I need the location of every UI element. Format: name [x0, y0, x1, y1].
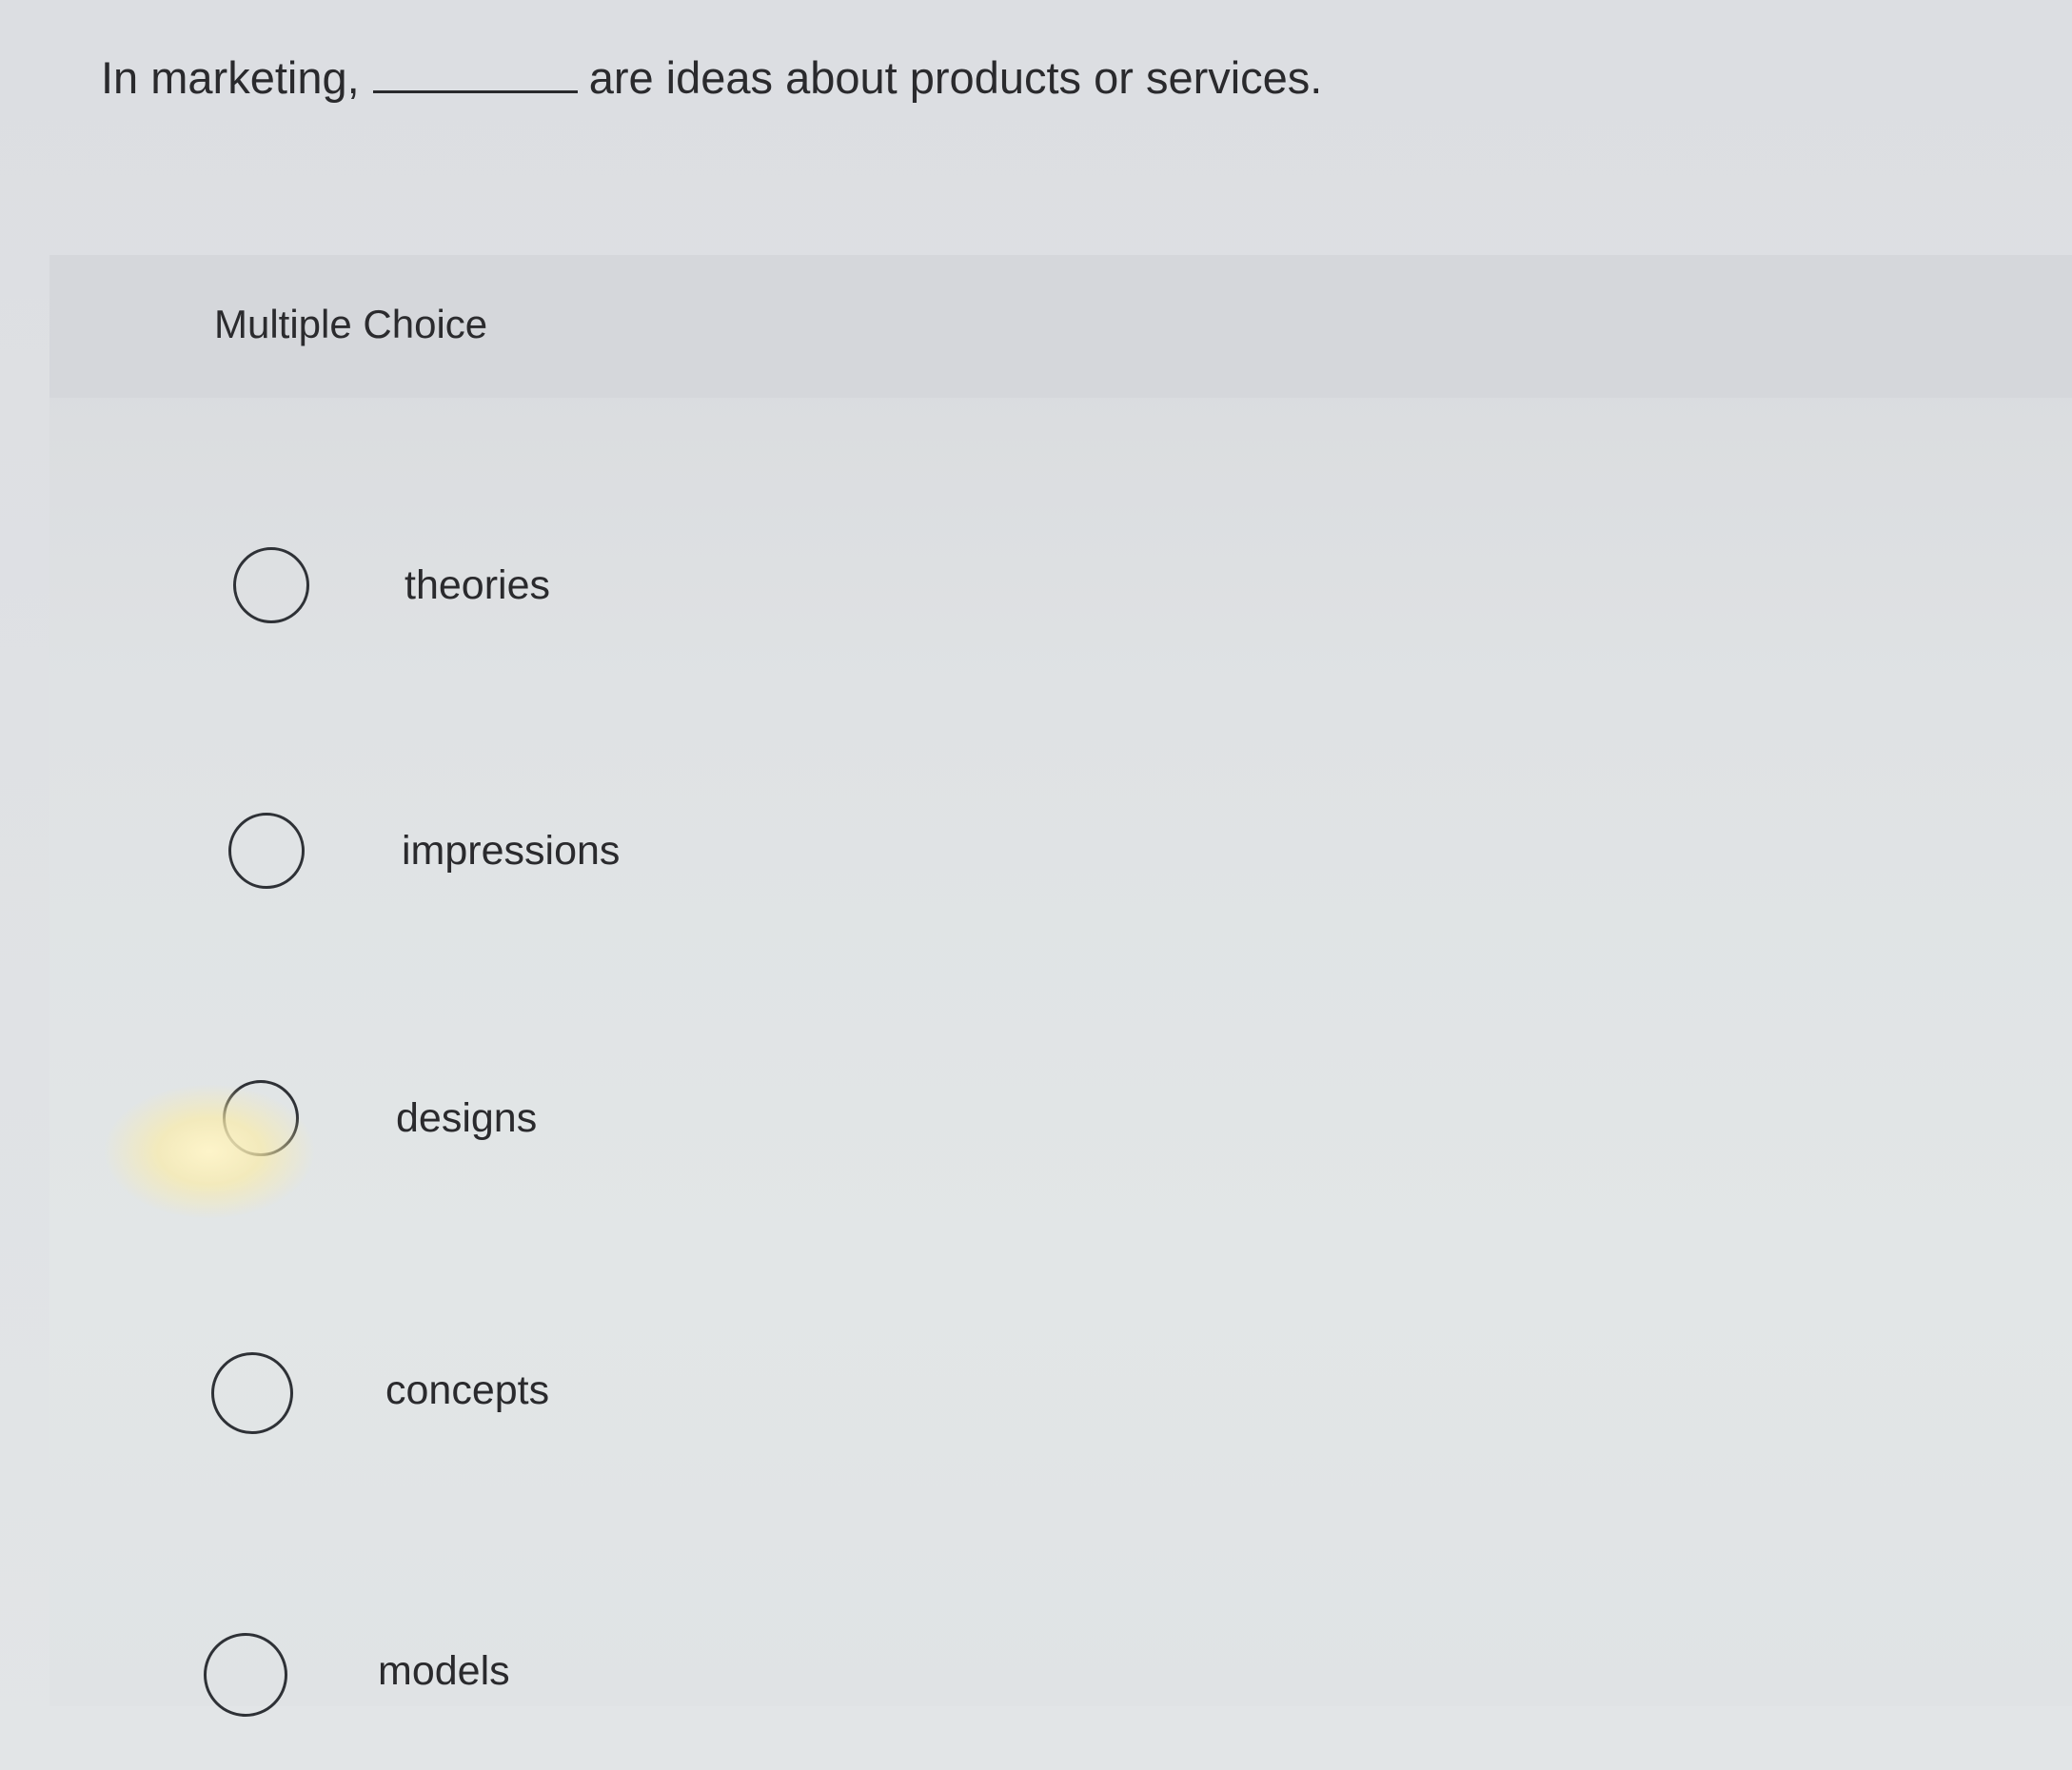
answer-option-label[interactable]: concepts	[385, 1366, 549, 1415]
answer-option-label[interactable]: impressions	[402, 826, 620, 875]
question-prefix: In marketing,	[101, 52, 360, 103]
answer-option[interactable]: models	[204, 1623, 1727, 1719]
answer-option-label[interactable]: designs	[396, 1093, 537, 1143]
radio-button[interactable]	[228, 813, 305, 889]
multiple-choice-panel: Multiple Choice theories impressions des…	[49, 255, 2072, 1717]
radio-button[interactable]	[204, 1633, 287, 1717]
radio-button[interactable]	[211, 1352, 293, 1434]
answer-option[interactable]: concepts	[211, 1343, 1734, 1438]
fill-in-blank	[372, 87, 578, 93]
question-suffix: are ideas about products or services.	[588, 52, 1323, 103]
multiple-choice-header: Multiple Choice	[49, 255, 2072, 398]
answer-option-label[interactable]: theories	[405, 560, 550, 610]
answer-option[interactable]: theories	[233, 538, 1756, 633]
radio-button[interactable]	[223, 1080, 299, 1156]
answer-option[interactable]: impressions	[228, 803, 1751, 898]
multiple-choice-title: Multiple Choice	[214, 302, 488, 346]
answer-option-label[interactable]: models	[378, 1646, 510, 1696]
question-text: In marketing, are ideas about products or…	[101, 49, 1322, 107]
radio-button[interactable]	[233, 547, 309, 623]
answer-option[interactable]: designs	[223, 1071, 1746, 1166]
